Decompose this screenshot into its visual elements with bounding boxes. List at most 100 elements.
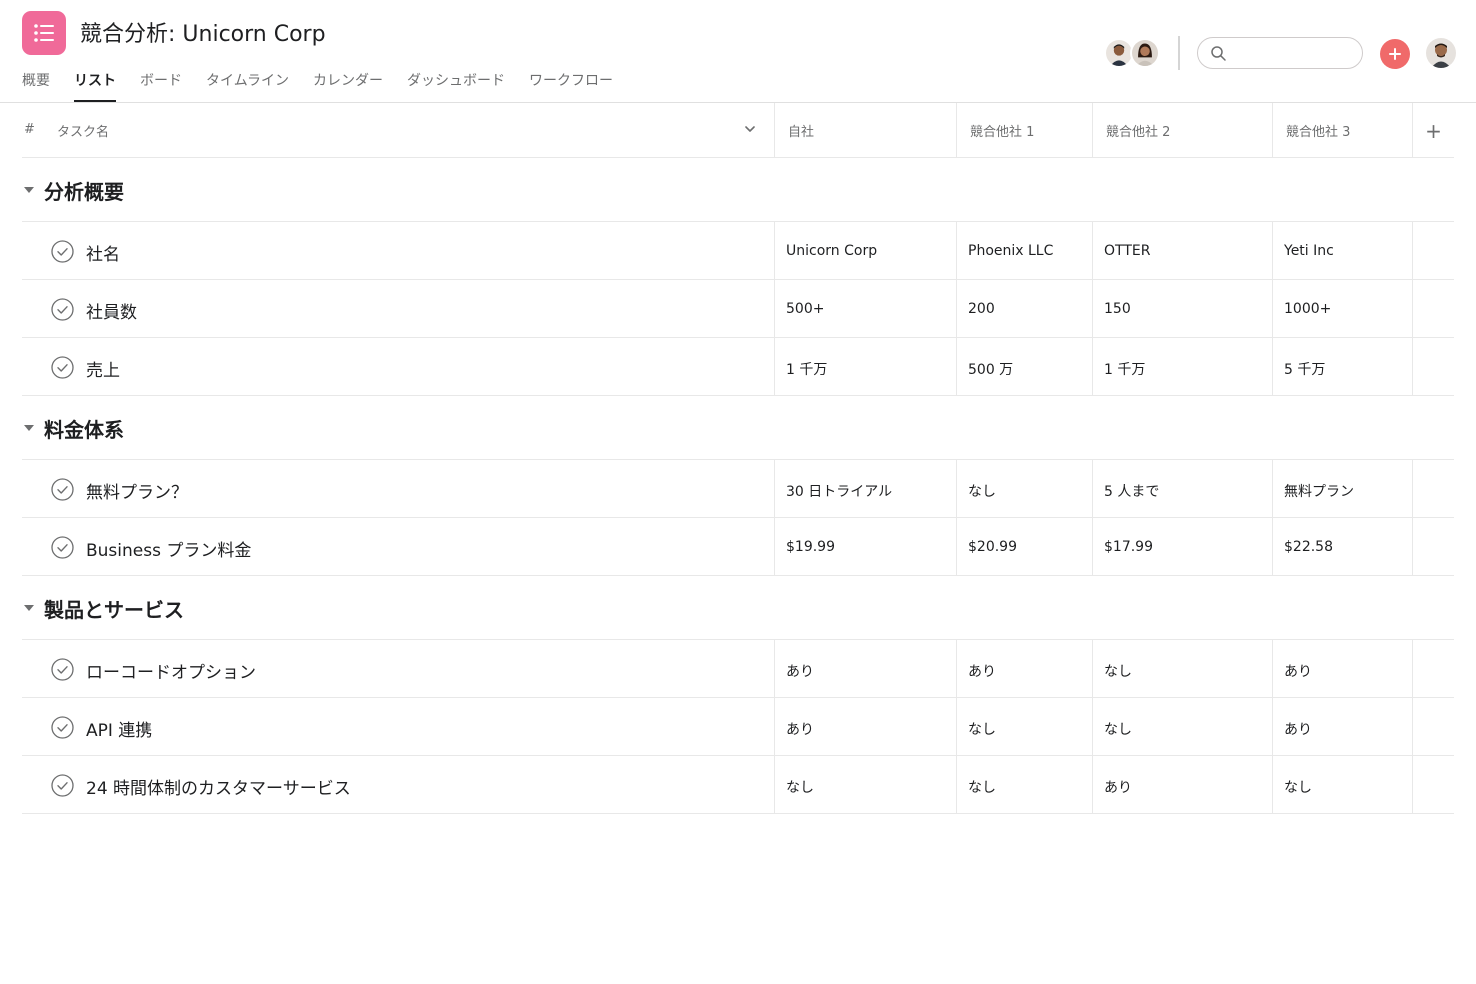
caret-down-icon[interactable]: [22, 603, 36, 613]
table-body: 分析概要社名 Unicorn Corp Phoenix LLC OTTER Yeti I…: [22, 158, 1454, 814]
table-cell[interactable]: Phoenix LLC: [956, 222, 1092, 280]
table-cell-empty: [1412, 640, 1454, 698]
table-cell[interactable]: 500 万: [956, 338, 1092, 396]
search-icon: [1211, 46, 1226, 61]
table-cell[interactable]: なし: [1092, 698, 1272, 756]
check-circle-icon[interactable]: [51, 478, 74, 501]
task-name[interactable]: 無料プラン？: [86, 478, 188, 503]
table-cell[interactable]: $20.99: [956, 518, 1092, 576]
tab-dashboard[interactable]: ダッシュボード: [407, 68, 505, 102]
table-cell[interactable]: あり: [1272, 698, 1412, 756]
table-cell[interactable]: 1000+: [1272, 280, 1412, 338]
check-circle-icon[interactable]: [51, 658, 74, 681]
task-name[interactable]: 社員数: [86, 298, 137, 323]
column-header-row: # タスク名 自社 競合他社 1 競合他社 2 競合他社 3 +: [22, 103, 1454, 158]
table-cell-empty: [1412, 460, 1454, 518]
task-name-header[interactable]: タスク名: [57, 121, 109, 140]
task-name[interactable]: Business プラン料金: [86, 536, 251, 561]
check-circle-icon[interactable]: [51, 240, 74, 263]
tab-timeline[interactable]: タイムライン: [206, 68, 289, 102]
tab-workflow[interactable]: ワークフロー: [529, 68, 613, 102]
table-cell[interactable]: なし: [956, 460, 1092, 518]
tab-board[interactable]: ボード: [140, 68, 182, 102]
project-list-icon[interactable]: [22, 11, 66, 55]
check-circle-icon[interactable]: [51, 716, 74, 739]
table-cell[interactable]: 200: [956, 280, 1092, 338]
table-cell[interactable]: 無料プラン: [1272, 460, 1412, 518]
column-header-competitor-2[interactable]: 競合他社 2: [1092, 103, 1272, 158]
add-column-button[interactable]: +: [1412, 103, 1454, 158]
table-row[interactable]: Business プラン料金 $19.99 $20.99 $17.99 $22.58: [22, 518, 1454, 576]
search-box[interactable]: [1197, 37, 1363, 69]
table-cell[interactable]: Unicorn Corp: [774, 222, 956, 280]
project-members[interactable]: [1104, 38, 1164, 70]
caret-down-icon[interactable]: [22, 423, 36, 433]
table-row[interactable]: 社員数 500+ 200 150 1000+: [22, 280, 1454, 338]
table-cell[interactable]: 30 日トライアル: [774, 460, 956, 518]
section-header[interactable]: 製品とサービス: [22, 576, 1454, 640]
table-cell[interactable]: OTTER: [1092, 222, 1272, 280]
table-row[interactable]: 無料プラン？ 30 日トライアル なし 5 人まで 無料プラン: [22, 460, 1454, 518]
task-name[interactable]: ローコードオプション: [86, 658, 256, 683]
section-header[interactable]: 料金体系: [22, 396, 1454, 460]
table-cell[interactable]: $19.99: [774, 518, 956, 576]
table-cell[interactable]: なし: [1092, 640, 1272, 698]
table-cell-empty: [1412, 338, 1454, 396]
table-row[interactable]: 社名 Unicorn Corp Phoenix LLC OTTER Yeti Inc: [22, 222, 1454, 280]
check-circle-icon[interactable]: [51, 774, 74, 797]
project-title[interactable]: 競合分析: Unicorn Corp: [80, 16, 326, 48]
table-cell-empty: [1412, 280, 1454, 338]
task-name[interactable]: 売上: [86, 356, 120, 381]
table-cell[interactable]: あり: [956, 640, 1092, 698]
section-title[interactable]: 料金体系: [44, 414, 124, 443]
table-cell[interactable]: あり: [1092, 756, 1272, 814]
table-cell[interactable]: なし: [956, 756, 1092, 814]
table-cell[interactable]: $17.99: [1092, 518, 1272, 576]
tab-list[interactable]: リスト: [74, 68, 116, 102]
view-tabs: 概要 リスト ボード タイムライン カレンダー ダッシュボード ワークフロー: [22, 68, 637, 102]
table-row[interactable]: 24 時間体制のカスタマーサービス なし なし あり なし: [22, 756, 1454, 814]
add-button[interactable]: [1380, 39, 1410, 69]
member-avatar[interactable]: [1130, 38, 1160, 68]
table-cell[interactable]: なし: [774, 756, 956, 814]
table-cell[interactable]: なし: [956, 698, 1092, 756]
section-header[interactable]: 分析概要: [22, 158, 1454, 222]
task-name[interactable]: API 連携: [86, 716, 152, 741]
table-cell[interactable]: 150: [1092, 280, 1272, 338]
table-cell-empty: [1412, 518, 1454, 576]
chevron-down-icon[interactable]: [742, 121, 758, 137]
task-name[interactable]: 24 時間体制のカスタマーサービス: [86, 774, 351, 799]
user-avatar[interactable]: [1426, 38, 1456, 68]
tab-overview[interactable]: 概要: [22, 68, 50, 102]
table-cell[interactable]: あり: [774, 698, 956, 756]
section-title[interactable]: 製品とサービス: [44, 594, 184, 623]
column-header-competitor-1[interactable]: 競合他社 1: [956, 103, 1092, 158]
table-row[interactable]: API 連携 あり なし なし あり: [22, 698, 1454, 756]
table-cell[interactable]: $22.58: [1272, 518, 1412, 576]
table-cell[interactable]: Yeti Inc: [1272, 222, 1412, 280]
table-row[interactable]: 売上 1 千万 500 万1 千万 5 千万: [22, 338, 1454, 396]
table-cell[interactable]: 5 千万: [1272, 338, 1412, 396]
column-header-own[interactable]: 自社: [774, 103, 956, 158]
check-circle-icon[interactable]: [51, 356, 74, 379]
search-input[interactable]: [1234, 43, 1354, 63]
table-cell[interactable]: 1 千万: [774, 338, 956, 396]
table-cell[interactable]: 1 千万: [1092, 338, 1272, 396]
table-cell[interactable]: あり: [774, 640, 956, 698]
caret-down-icon[interactable]: [22, 185, 36, 195]
table-cell[interactable]: なし: [1272, 756, 1412, 814]
table-cell-empty: [1412, 698, 1454, 756]
row-number-header: #: [24, 122, 35, 137]
check-circle-icon[interactable]: [51, 298, 74, 321]
header-separator: [1178, 36, 1180, 70]
section-title[interactable]: 分析概要: [44, 176, 124, 205]
check-circle-icon[interactable]: [51, 536, 74, 559]
list-icon: [34, 24, 54, 42]
table-cell[interactable]: あり: [1272, 640, 1412, 698]
table-cell[interactable]: 500+: [774, 280, 956, 338]
table-cell[interactable]: 5 人まで: [1092, 460, 1272, 518]
table-row[interactable]: ローコードオプション あり あり なし あり: [22, 640, 1454, 698]
task-name[interactable]: 社名: [86, 240, 120, 265]
column-header-competitor-3[interactable]: 競合他社 3: [1272, 103, 1412, 158]
tab-calendar[interactable]: カレンダー: [313, 68, 383, 102]
